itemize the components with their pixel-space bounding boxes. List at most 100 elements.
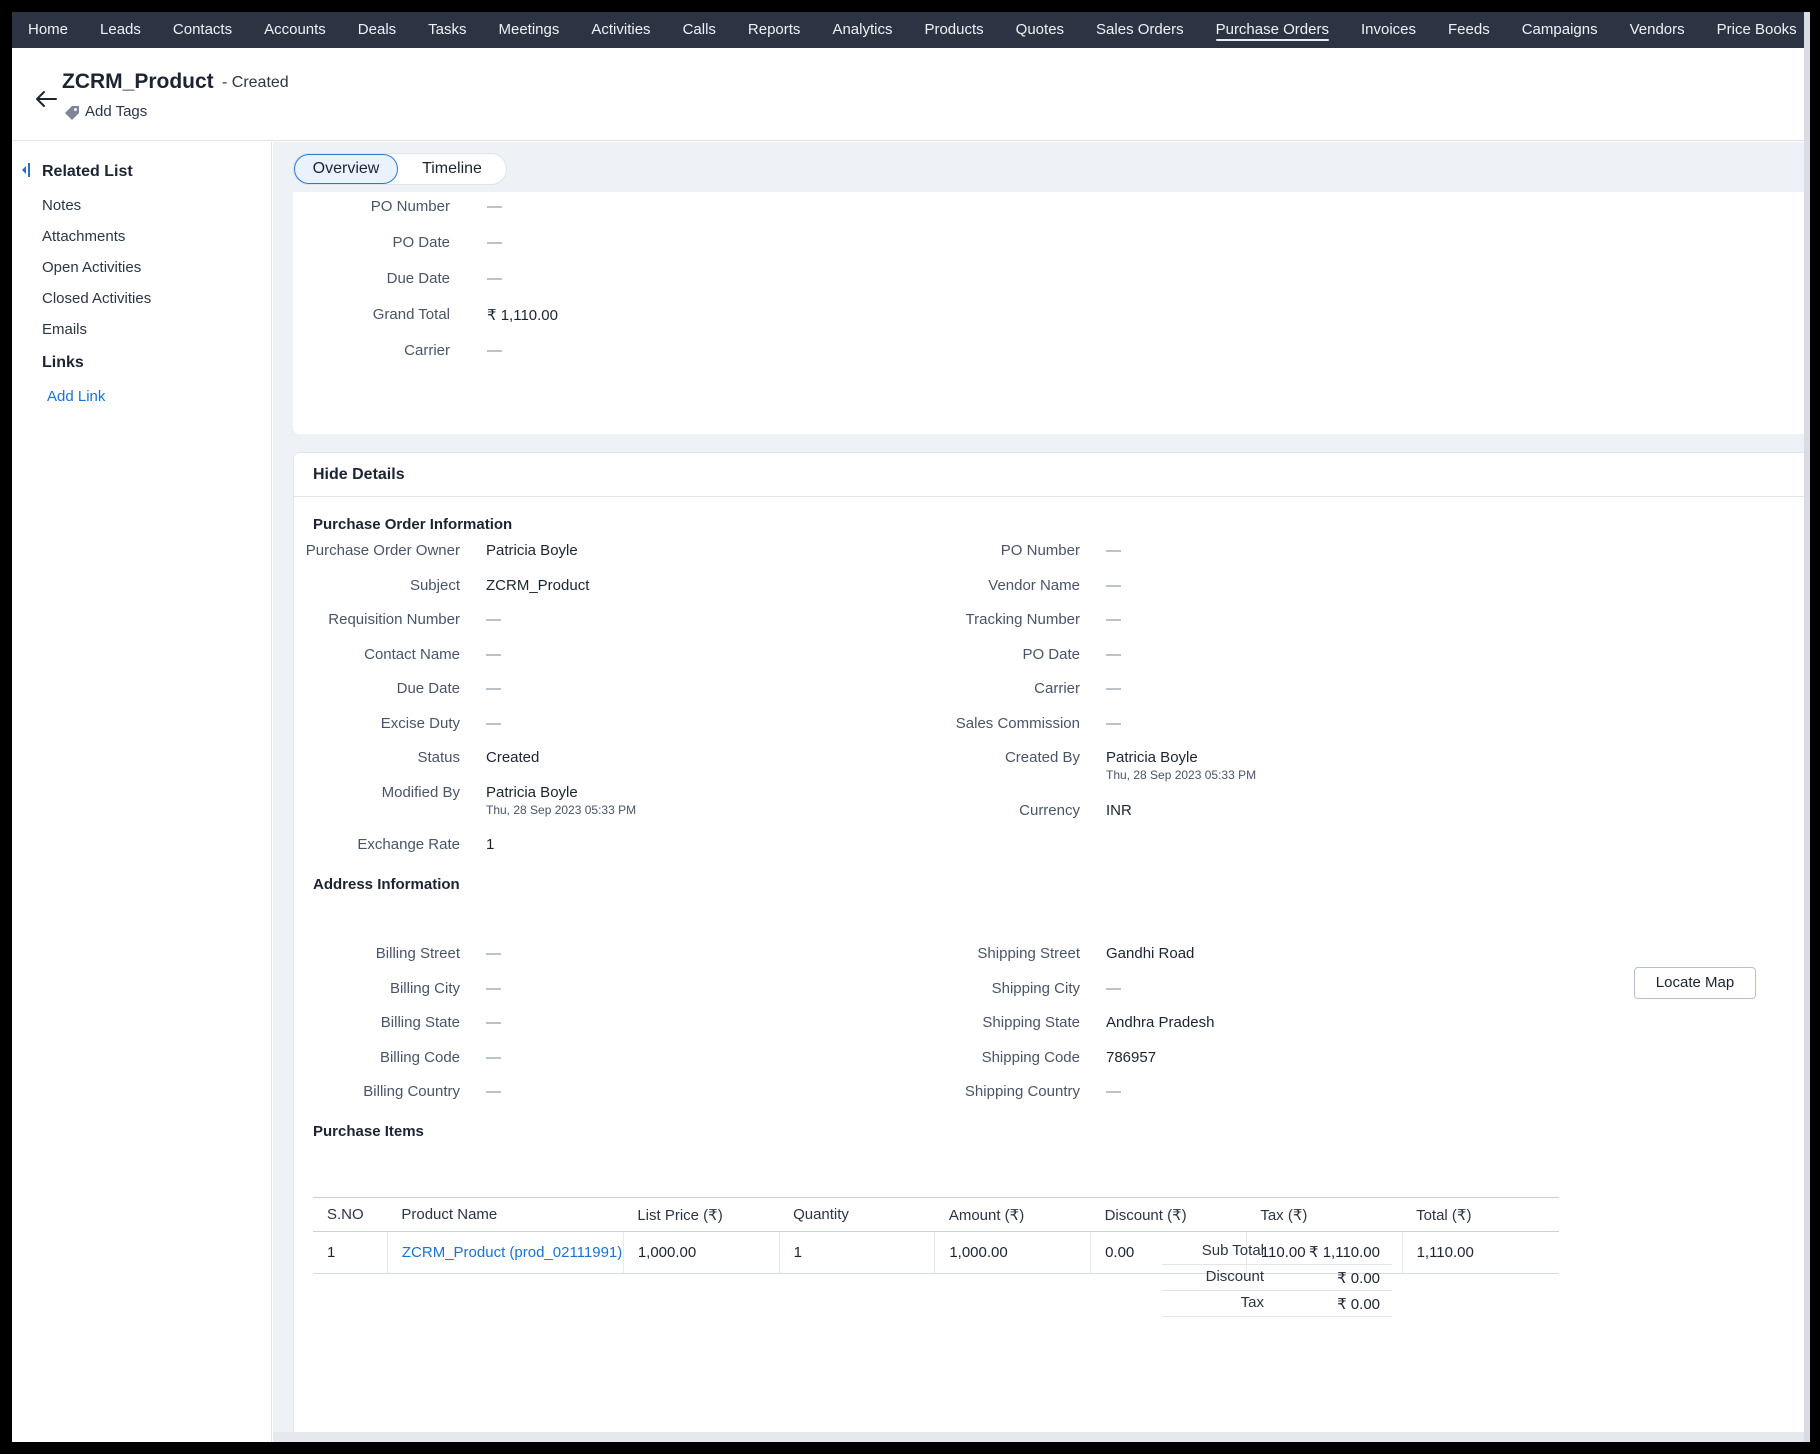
shipping-field-value: — — [1106, 1083, 1121, 1100]
shipping-field-label: Shipping Street — [977, 945, 1080, 962]
tab-overview[interactable]: Overview — [294, 154, 398, 184]
nav-item-invoices[interactable]: Invoices — [1345, 12, 1432, 48]
hide-details-toggle[interactable]: Hide Details — [313, 466, 405, 484]
po-field-label: Status — [417, 749, 460, 766]
nav-item-feeds[interactable]: Feeds — [1432, 12, 1506, 48]
billing-field-label: Billing Country — [363, 1083, 460, 1100]
po-field-label: PO Date — [1022, 645, 1080, 663]
shipping-field-label: Shipping Code — [981, 1048, 1080, 1066]
summary-field-value: ₹ 1,110.00 — [487, 307, 558, 324]
nav-item-meetings[interactable]: Meetings — [483, 12, 576, 48]
po-field-label: Excise Duty — [380, 714, 460, 732]
table-cell: 1 — [313, 1231, 388, 1274]
product-name-link[interactable]: ZCRM_Product (prod_02111991) — [387, 1231, 624, 1274]
record-status: - Created — [222, 74, 289, 91]
shipping-field-value: — — [1106, 979, 1121, 997]
po-field-value: — — [1106, 542, 1121, 559]
nav-item-tasks[interactable]: Tasks — [412, 12, 482, 48]
add-tags-link[interactable]: Add Tags — [85, 103, 147, 120]
billing-field-value: — — [486, 1083, 501, 1100]
tab-timeline[interactable]: Timeline — [398, 154, 506, 184]
nav-item-price-books[interactable]: Price Books — [1701, 12, 1810, 48]
table-cell: 1,110.00 — [1402, 1231, 1559, 1274]
po-field-value: 1 — [486, 836, 495, 853]
hide-details-bar: Hide Details — [294, 453, 1810, 497]
locate-map-button[interactable]: Locate Map — [1634, 967, 1756, 999]
sidebar-item-open-activities[interactable]: Open Activities — [42, 259, 141, 276]
total-value: ₹ 0.00 — [1337, 1296, 1380, 1313]
tag-icon — [65, 106, 79, 120]
po-field-value: Patricia Boyle — [486, 542, 578, 559]
billing-field-label: Billing Street — [375, 945, 460, 962]
crm-window: Home Leads Contacts Accounts Deals Tasks Meeti… — [12, 12, 1810, 1442]
shipping-field-label: Shipping State — [982, 1014, 1080, 1031]
purchase-items-title: Purchase Items — [313, 1123, 424, 1140]
total-value: ₹ 0.00 — [1337, 1270, 1380, 1287]
billing-field-value: — — [486, 979, 501, 997]
nav-item-analytics[interactable]: Analytics — [816, 12, 908, 48]
nav-item-purchase-orders[interactable]: Purchase Orders — [1200, 12, 1345, 48]
nav-item-campaigns[interactable]: Campaigns — [1506, 12, 1614, 48]
po-field-value: — — [1106, 576, 1121, 594]
po-field-label: Exchange Rate — [357, 836, 460, 853]
po-field-value: — — [1106, 680, 1121, 697]
items-column-header: Total (₹) — [1402, 1197, 1559, 1232]
summary-field-value: — — [487, 270, 502, 287]
billing-field-label: Billing Code — [379, 1048, 460, 1066]
horizontal-scrollbar[interactable] — [273, 1432, 1810, 1442]
billing-field-label: Billing State — [380, 1014, 460, 1031]
po-field-timestamp: Thu, 28 Sep 2023 05:33 PM — [1106, 768, 1257, 782]
po-field-value: Created — [486, 749, 540, 766]
total-value: ₹ 1,110.00 — [1309, 1244, 1380, 1261]
nav-item-contacts[interactable]: Contacts — [157, 12, 248, 48]
shipping-field-value: Gandhi Road — [1106, 945, 1195, 962]
po-field-value: Patricia Boyle — [1106, 749, 1198, 766]
summary-field-label: PO Number — [370, 198, 450, 215]
nav-item-calls[interactable]: Calls — [667, 12, 732, 48]
billing-field-label: Billing City — [389, 979, 460, 997]
vertical-scrollbar[interactable] — [1804, 12, 1810, 1442]
shipping-field-value: Andhra Pradesh — [1106, 1014, 1215, 1031]
table-cell: 1,000.00 — [623, 1231, 780, 1274]
sidebar-item-closed-activities[interactable]: Closed Activities — [42, 290, 151, 307]
nav-item-deals[interactable]: Deals — [342, 12, 412, 48]
po-field-label: Subject — [409, 576, 460, 594]
nav-item-leads[interactable]: Leads — [84, 12, 157, 48]
billing-field-value: — — [486, 1014, 501, 1031]
po-info-title: Purchase Order Information — [313, 516, 513, 533]
sidebar-item-emails[interactable]: Emails — [42, 321, 87, 338]
nav-item-reports[interactable]: Reports — [732, 12, 817, 48]
nav-item-sales-orders[interactable]: Sales Orders — [1080, 12, 1200, 48]
shipping-field-value: 786957 — [1106, 1048, 1157, 1066]
address-info-title: Address Information — [313, 876, 460, 893]
po-field-label: Sales Commission — [955, 714, 1080, 732]
sidebar-item-attachments[interactable]: Attachments — [42, 228, 125, 245]
items-column-header: Tax (₹) — [1246, 1197, 1403, 1232]
total-divider — [1162, 1264, 1392, 1265]
table-cell: 1 — [779, 1231, 936, 1274]
nav-item-activities[interactable]: Activities — [575, 12, 666, 48]
sidebar-item-notes[interactable]: Notes — [42, 197, 81, 214]
nav-item-products[interactable]: Products — [908, 12, 999, 48]
sidebar: Related List Notes Attachments Open Activi… — [12, 142, 272, 1442]
summary-field-label: Due Date — [386, 270, 450, 287]
billing-field-value: — — [486, 1048, 501, 1066]
items-column-header: S.NO — [313, 1197, 388, 1232]
add-link[interactable]: Add Link — [47, 388, 105, 405]
total-label: Sub Total — [1201, 1242, 1264, 1259]
nav-item-quotes[interactable]: Quotes — [1000, 12, 1080, 48]
nav-item-home[interactable]: Home — [12, 12, 84, 48]
po-field-label: Carrier — [1034, 680, 1080, 697]
po-field-value: — — [486, 680, 501, 697]
items-column-header: Quantity — [779, 1197, 935, 1232]
po-field-label: Purchase Order Owner — [305, 542, 460, 559]
back-arrow-icon[interactable] — [32, 88, 60, 110]
collapse-sidebar-icon[interactable] — [20, 162, 32, 178]
po-field-value: INR — [1106, 801, 1132, 819]
summary-field-value: — — [487, 198, 502, 215]
nav-item-vendors[interactable]: Vendors — [1614, 12, 1701, 48]
nav-item-accounts[interactable]: Accounts — [248, 12, 342, 48]
summary-field-label: Grand Total — [372, 306, 450, 323]
po-field-value: — — [486, 645, 501, 663]
items-column-header: Product Name — [387, 1197, 624, 1232]
